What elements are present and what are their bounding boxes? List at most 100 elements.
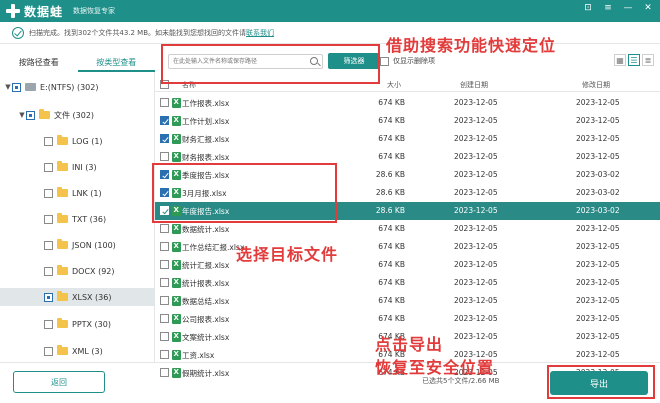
expand-arrow-icon[interactable]: ▼ [18, 111, 26, 119]
tree-item-pptx[interactable]: PPTX (30) [0, 315, 155, 333]
menu-icon[interactable]: ≡ [602, 3, 614, 13]
row-checkbox[interactable] [160, 278, 169, 287]
grid-view-icon[interactable]: ▦ [614, 54, 626, 66]
folder-icon [57, 239, 68, 249]
excel-file-icon [172, 224, 181, 234]
excel-file-icon [172, 116, 181, 126]
header-modified[interactable]: 修改日期 [582, 80, 610, 90]
app-logo: 数据蛙 数据恢复专家 [6, 3, 115, 20]
file-modified: 2023-12-05 [576, 242, 620, 251]
tree-item-xlsx[interactable]: XLSX (36) [0, 288, 155, 306]
tree-item-json[interactable]: JSON (100) [0, 236, 155, 254]
minimize-icon[interactable]: — [622, 3, 634, 13]
table-row[interactable]: 统计汇报.xlsx 674 KB 2023-12-05 2023-12-05 [155, 256, 660, 274]
row-checkbox[interactable] [160, 260, 169, 269]
plus-logo-icon [6, 4, 20, 18]
tree-checkbox[interactable] [44, 346, 53, 356]
header-created[interactable]: 创建日期 [460, 80, 488, 90]
tree-checkbox[interactable] [44, 266, 53, 276]
tree-checkbox[interactable] [44, 162, 53, 172]
tab-by-path[interactable]: 按路径查看 [0, 56, 78, 72]
only-deleted-checkbox[interactable] [380, 56, 389, 66]
file-created: 2023-12-05 [454, 332, 498, 341]
file-modified: 2023-12-05 [576, 278, 620, 287]
row-checkbox[interactable] [160, 332, 169, 341]
file-created: 2023-12-05 [454, 134, 498, 143]
list-view-icon[interactable]: ☰ [628, 54, 640, 66]
tree-checkbox[interactable] [44, 240, 53, 250]
contact-us-link[interactable]: 联系我们 [246, 28, 274, 38]
tree-checkbox[interactable] [12, 82, 21, 92]
file-size: 28.6 KB [375, 206, 405, 215]
table-row[interactable]: 工作计划.xlsx 674 KB 2023-12-05 2023-12-05 [155, 112, 660, 130]
header-size[interactable]: 大小 [387, 80, 401, 90]
file-modified: 2023-12-05 [576, 224, 620, 233]
tree-item-drive[interactable]: ▼ E:(NTFS) (302) [0, 78, 155, 96]
close-icon[interactable]: ✕ [642, 3, 654, 13]
export-hint-label-2: 恢复至安全位置 [375, 358, 495, 377]
detail-view-icon[interactable]: ≣ [642, 54, 654, 66]
file-size: 674 KB [378, 260, 405, 269]
view-mode-buttons: ▦ ☰ ≣ [614, 54, 654, 66]
tree-checkbox[interactable] [44, 319, 53, 329]
tree-item-log[interactable]: LOG (1) [0, 132, 155, 150]
tree-item-label: E:(NTFS) (302) [40, 82, 99, 92]
table-row[interactable]: 公司报表.xlsx 674 KB 2023-12-05 2023-12-05 [155, 310, 660, 328]
export-hint-label-1: 点击导出 [375, 335, 444, 354]
tree-item-files[interactable]: ▼ 文件 (302) [0, 106, 155, 124]
file-name: 财务汇报.xlsx [182, 135, 230, 144]
tree-item-label: INI (3) [72, 162, 97, 172]
tab-by-type[interactable]: 按类型查看 [77, 56, 155, 72]
back-button[interactable]: 返回 [13, 371, 105, 393]
table-row[interactable]: 数据总结.xlsx 674 KB 2023-12-05 2023-12-05 [155, 292, 660, 310]
row-checkbox[interactable] [160, 296, 169, 305]
row-checkbox[interactable] [160, 134, 169, 143]
file-created: 2023-12-05 [454, 260, 498, 269]
search-highlight-box [161, 44, 380, 84]
row-checkbox[interactable] [160, 314, 169, 323]
tree-item-label: DOCX (92) [72, 266, 115, 276]
tree-checkbox[interactable] [44, 214, 53, 224]
tree-item-ini[interactable]: INI (3) [0, 158, 155, 176]
row-checkbox[interactable] [160, 224, 169, 233]
tree-checkbox[interactable] [44, 292, 53, 302]
row-checkbox[interactable] [160, 152, 169, 161]
file-size: 674 KB [378, 224, 405, 233]
tree-item-label: LOG (1) [72, 136, 103, 146]
feedback-icon[interactable]: ⊡ [582, 3, 594, 13]
row-checkbox[interactable] [160, 116, 169, 125]
excel-file-icon [172, 314, 181, 324]
tree-item-txt[interactable]: TXT (36) [0, 210, 155, 228]
scan-status-text: 扫描完成。找到302个文件共43.2 MB。如未能找到您想找回的文件请 [29, 28, 247, 37]
search-hint-label: 借助搜索功能快速定位 [386, 36, 557, 55]
only-deleted-label: 仅显示删除项 [393, 57, 435, 65]
tree-checkbox[interactable] [44, 136, 53, 146]
table-row[interactable]: 工作总结汇报.xlsx 674 KB 2023-12-05 2023-12-05 [155, 238, 660, 256]
only-deleted-option[interactable]: 仅显示删除项 [380, 56, 435, 66]
view-tabs: 按路径查看 按类型查看 [0, 56, 155, 72]
file-name: 数据总结.xlsx [182, 297, 230, 306]
tree-item-xml[interactable]: XML (3) [0, 342, 155, 360]
file-size: 674 KB [378, 134, 405, 143]
file-size: 674 KB [378, 152, 405, 161]
tree-checkbox[interactable] [44, 188, 53, 198]
table-row[interactable]: 财务汇报.xlsx 674 KB 2023-12-05 2023-12-05 [155, 130, 660, 148]
expand-arrow-icon[interactable]: ▼ [4, 83, 12, 91]
file-name: 工资.xlsx [182, 351, 215, 360]
file-size: 674 KB [378, 296, 405, 305]
file-modified: 2023-12-05 [576, 260, 620, 269]
select-hint-label: 选择目标文件 [236, 245, 339, 264]
tree-item-label: XLSX (36) [72, 292, 112, 302]
file-name: 公司报表.xlsx [182, 315, 230, 324]
tree-checkbox[interactable] [26, 110, 35, 120]
export-highlight-box [547, 365, 655, 399]
file-created: 2023-12-05 [454, 206, 498, 215]
table-row[interactable]: 统计报表.xlsx 674 KB 2023-12-05 2023-12-05 [155, 274, 660, 292]
row-checkbox[interactable] [160, 98, 169, 107]
tree-item-lnk[interactable]: LNK (1) [0, 184, 155, 202]
table-row[interactable]: 工作报表.xlsx 674 KB 2023-12-05 2023-12-05 [155, 94, 660, 112]
file-name: 工作计划.xlsx [182, 117, 230, 126]
row-checkbox[interactable] [160, 242, 169, 251]
tree-item-docx[interactable]: DOCX (92) [0, 262, 155, 280]
row-checkbox[interactable] [160, 350, 169, 359]
